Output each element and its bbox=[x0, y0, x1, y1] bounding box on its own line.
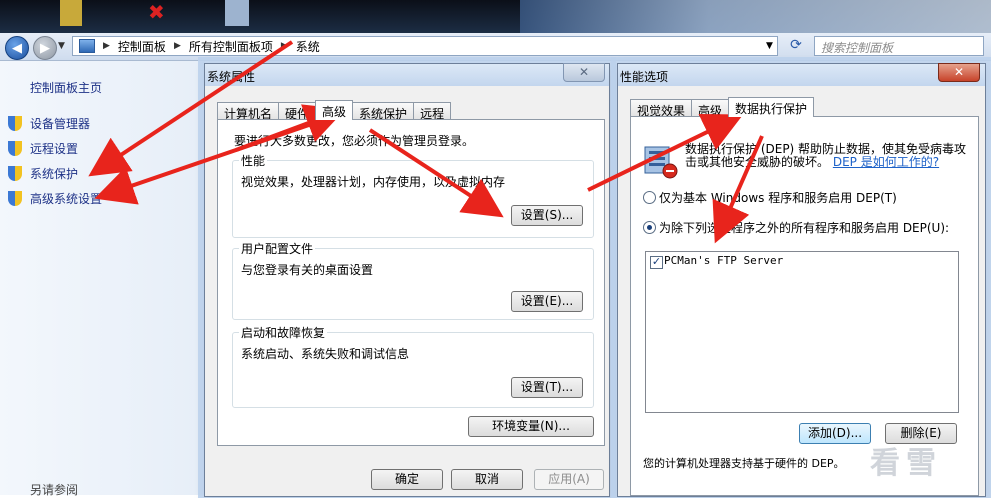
performance-group: 性能 视觉效果，处理器计划，内存使用，以及虚拟内存 设置(S)... bbox=[232, 152, 594, 238]
dialog-titlebar: 系统属性 ✕ bbox=[205, 63, 609, 86]
system-properties-dialog: 系统属性 ✕ 计算机名 硬件 高级 系统保护 远程 要进行大多数更改，您必须作为… bbox=[204, 63, 610, 497]
profile-settings-button[interactable]: 设置(E)... bbox=[511, 291, 583, 312]
ok-button[interactable]: 确定 bbox=[371, 469, 443, 490]
sidebar-item-remote-settings[interactable]: 远程设置 bbox=[8, 140, 78, 157]
sidebar-item-label: 设备管理器 bbox=[30, 117, 91, 131]
shield-icon bbox=[8, 141, 22, 156]
breadcrumb-item[interactable]: 所有控制面板项 bbox=[189, 38, 273, 55]
control-panel-icon bbox=[79, 39, 95, 53]
refresh-icon[interactable]: ⟳ bbox=[786, 37, 806, 55]
tab-computer-name[interactable]: 计算机名 bbox=[217, 102, 280, 121]
performance-settings-button[interactable]: 设置(S)... bbox=[511, 205, 583, 226]
advanced-tab-pane: 要进行大多数更改，您必须作为管理员登录。 性能 视觉效果，处理器计划，内存使用，… bbox=[217, 119, 605, 446]
history-dropdown-icon[interactable]: ▼ bbox=[58, 41, 65, 51]
left-panel: 控制面板主页 设备管理器 远程设置 系统保护 高级系统设置 另请参阅 bbox=[0, 61, 205, 497]
sidebar-item-device-manager[interactable]: 设备管理器 bbox=[8, 115, 90, 132]
address-dropdown-icon[interactable]: ▼ bbox=[766, 41, 773, 51]
startup-settings-button[interactable]: 设置(T)... bbox=[511, 377, 583, 398]
close-button[interactable]: ✕ bbox=[938, 63, 980, 82]
dep-essential-radio[interactable] bbox=[643, 191, 656, 204]
sidebar-item-label: 高级系统设置 bbox=[30, 192, 103, 206]
group-title: 性能 bbox=[239, 152, 268, 169]
tab-advanced[interactable]: 高级 bbox=[691, 99, 730, 118]
forward-button[interactable]: ▶ bbox=[33, 36, 57, 60]
chevron-right-icon[interactable]: ▶ bbox=[103, 41, 110, 51]
search-input[interactable]: 搜索控制面板 bbox=[814, 36, 984, 56]
radio-label[interactable]: 仅为基本 Windows 程序和服务启用 DEP(T) bbox=[659, 189, 897, 206]
breadcrumb-item[interactable]: 控制面板 bbox=[118, 38, 166, 55]
excluded-programs-list[interactable]: ✓ PCMan's FTP Server bbox=[645, 251, 959, 413]
address-bar[interactable]: ▶ 控制面板 ▶ 所有控制面板项 ▶ 系统 bbox=[72, 36, 778, 56]
chevron-right-icon[interactable]: ▶ bbox=[281, 41, 288, 51]
shield-icon bbox=[8, 191, 22, 206]
dep-icon bbox=[644, 146, 678, 179]
tab-hardware[interactable]: 硬件 bbox=[278, 102, 317, 121]
desktop-strip: ✖ bbox=[0, 0, 991, 33]
group-title: 启动和故障恢复 bbox=[239, 324, 328, 341]
close-button[interactable]: ✕ bbox=[563, 63, 605, 82]
dialog-title: 性能选项 bbox=[620, 70, 669, 84]
control-panel-home-link[interactable]: 控制面板主页 bbox=[30, 79, 102, 96]
group-description: 与您登录有关的桌面设置 bbox=[241, 263, 374, 277]
tab-remote[interactable]: 远程 bbox=[413, 102, 452, 121]
dep-description: 数据执行保护 (DEP) 帮助防止数据，使其免受病毒攻击或其他安全威胁的破坏。 … bbox=[685, 143, 971, 169]
back-button[interactable]: ◀ bbox=[5, 36, 29, 60]
tab-dep[interactable]: 数据执行保护 bbox=[728, 97, 815, 117]
performance-options-dialog: 性能选项 ✕ 视觉效果 高级 数据执行保护 数据执行保护 (DEP) 帮助防止数… bbox=[617, 63, 986, 497]
sidebar-item-advanced-settings[interactable]: 高级系统设置 bbox=[8, 190, 102, 207]
shield-icon bbox=[8, 166, 22, 181]
desktop-icon bbox=[60, 0, 82, 26]
explorer-navbar: ◀ ▶ ▼ ▶ 控制面板 ▶ 所有控制面板项 ▶ 系统 ▼ ⟳ 搜索控制面板 bbox=[0, 33, 991, 61]
cancel-button[interactable]: 取消 bbox=[451, 469, 523, 490]
tab-advanced[interactable]: 高级 bbox=[315, 100, 354, 120]
chevron-right-icon[interactable]: ▶ bbox=[174, 41, 181, 51]
radio-label[interactable]: 为除下列选定程序之外的所有程序和服务启用 DEP(U): bbox=[659, 219, 949, 236]
sidebar-item-label: 系统保护 bbox=[30, 167, 79, 181]
dialog-title: 系统属性 bbox=[207, 70, 256, 84]
tab-strip: 视觉效果 高级 数据执行保护 bbox=[630, 97, 815, 118]
group-title: 用户配置文件 bbox=[239, 240, 316, 257]
shield-icon bbox=[8, 116, 22, 131]
sidebar-item-system-protection[interactable]: 系统保护 bbox=[8, 165, 78, 182]
startup-recovery-group: 启动和故障恢复 系统启动、系统失败和调试信息 设置(T)... bbox=[232, 324, 594, 408]
see-also-heading: 另请参阅 bbox=[30, 483, 79, 497]
program-checkbox[interactable]: ✓ bbox=[650, 256, 663, 269]
watermark-logo: 看雪 bbox=[870, 446, 942, 481]
group-description: 视觉效果，处理器计划，内存使用，以及虚拟内存 bbox=[241, 175, 506, 189]
tab-strip: 计算机名 硬件 高级 系统保护 远程 bbox=[217, 100, 452, 121]
background-window bbox=[520, 0, 991, 33]
desktop-icon bbox=[225, 0, 249, 26]
environment-variables-button[interactable]: 环境变量(N)... bbox=[468, 416, 594, 437]
user-profiles-group: 用户配置文件 与您登录有关的桌面设置 设置(E)... bbox=[232, 240, 594, 320]
breadcrumb-item[interactable]: 系统 bbox=[296, 38, 320, 55]
dep-all-except-radio[interactable] bbox=[643, 221, 656, 234]
admin-note: 要进行大多数更改，您必须作为管理员登录。 bbox=[234, 134, 475, 148]
sidebar-item-label: 远程设置 bbox=[30, 142, 79, 156]
dialog-titlebar: 性能选项 ✕ bbox=[618, 63, 985, 86]
tab-visual-effects[interactable]: 视觉效果 bbox=[630, 99, 693, 118]
apply-button[interactable]: 应用(A) bbox=[534, 469, 604, 490]
tab-system-protection[interactable]: 系统保护 bbox=[352, 102, 415, 121]
list-item[interactable]: PCMan's FTP Server bbox=[664, 254, 783, 267]
group-description: 系统启动、系统失败和调试信息 bbox=[241, 347, 410, 361]
hardware-dep-note: 您的计算机处理器支持基于硬件的 DEP。 bbox=[643, 457, 845, 470]
add-button[interactable]: 添加(D)... bbox=[799, 423, 871, 444]
close-icon: ✖ bbox=[148, 0, 165, 24]
dep-help-link[interactable]: DEP 是如何工作的? bbox=[833, 155, 939, 169]
